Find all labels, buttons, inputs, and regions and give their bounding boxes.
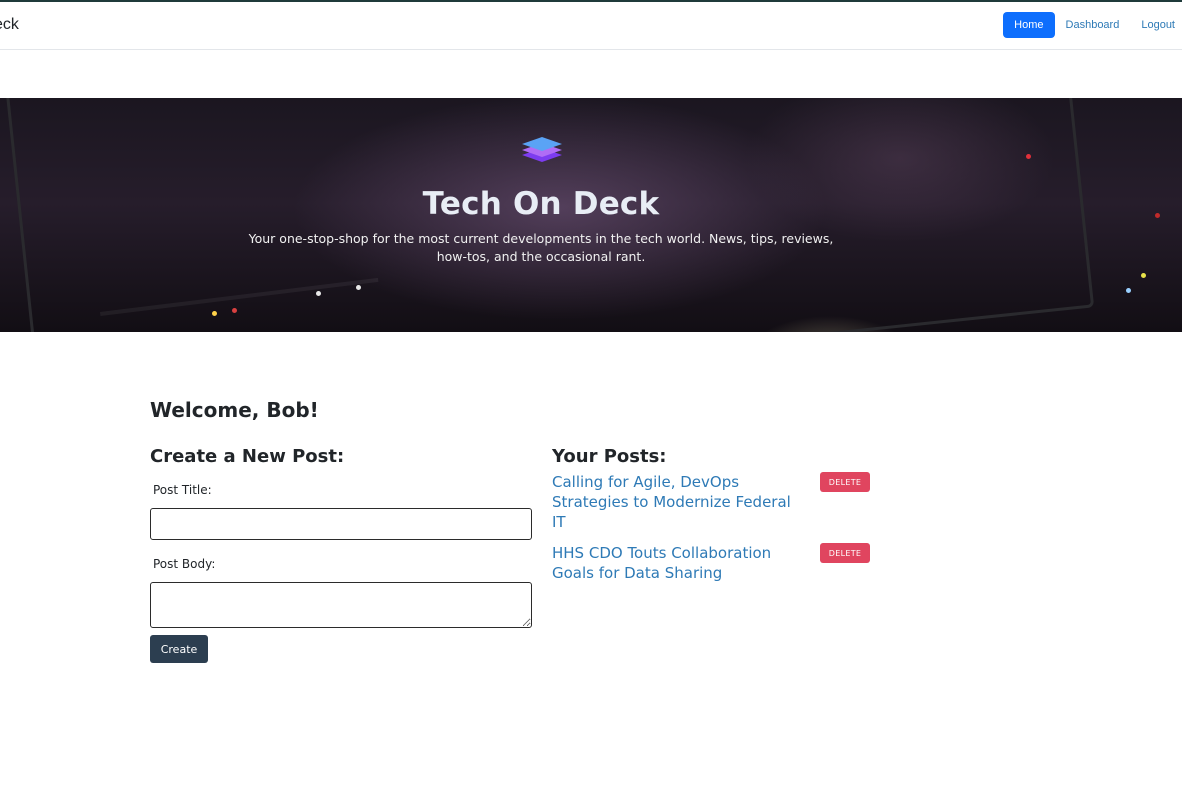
welcome-heading: Welcome, Bob! <box>150 398 319 422</box>
create-post-heading: Create a New Post: <box>150 446 345 467</box>
post-title-input[interactable] <box>150 508 532 540</box>
post-title-link[interactable]: HHS CDO Touts Collaboration Goals for Da… <box>552 543 792 583</box>
top-navbar: eck Home Dashboard Logout <box>0 0 1182 50</box>
your-posts-heading: Your Posts: <box>552 446 667 467</box>
hero-title: Tech On Deck <box>422 186 660 222</box>
post-title-link[interactable]: Calling for Agile, DevOps Strategies to … <box>552 472 792 532</box>
nav-links: Home Dashboard Logout <box>1003 12 1182 38</box>
brand-name[interactable]: eck <box>0 16 19 34</box>
post-body-label: Post Body: <box>153 557 216 571</box>
hero-banner: Tech On Deck Your one-stop-shop for the … <box>0 98 1182 332</box>
stacked-layers-logo-icon <box>522 137 562 162</box>
delete-post-button[interactable]: DELETE <box>820 543 870 563</box>
create-post-button[interactable]: Create <box>150 635 208 663</box>
delete-post-button[interactable]: DELETE <box>820 472 870 492</box>
nav-link-dashboard[interactable]: Dashboard <box>1055 12 1131 38</box>
hero-subtitle: Your one-stop-shop for the most current … <box>248 231 834 264</box>
post-title-label: Post Title: <box>153 483 212 497</box>
nav-link-logout[interactable]: Logout <box>1130 12 1182 38</box>
post-body-textarea[interactable] <box>150 582 532 628</box>
nav-link-home[interactable]: Home <box>1003 12 1055 38</box>
